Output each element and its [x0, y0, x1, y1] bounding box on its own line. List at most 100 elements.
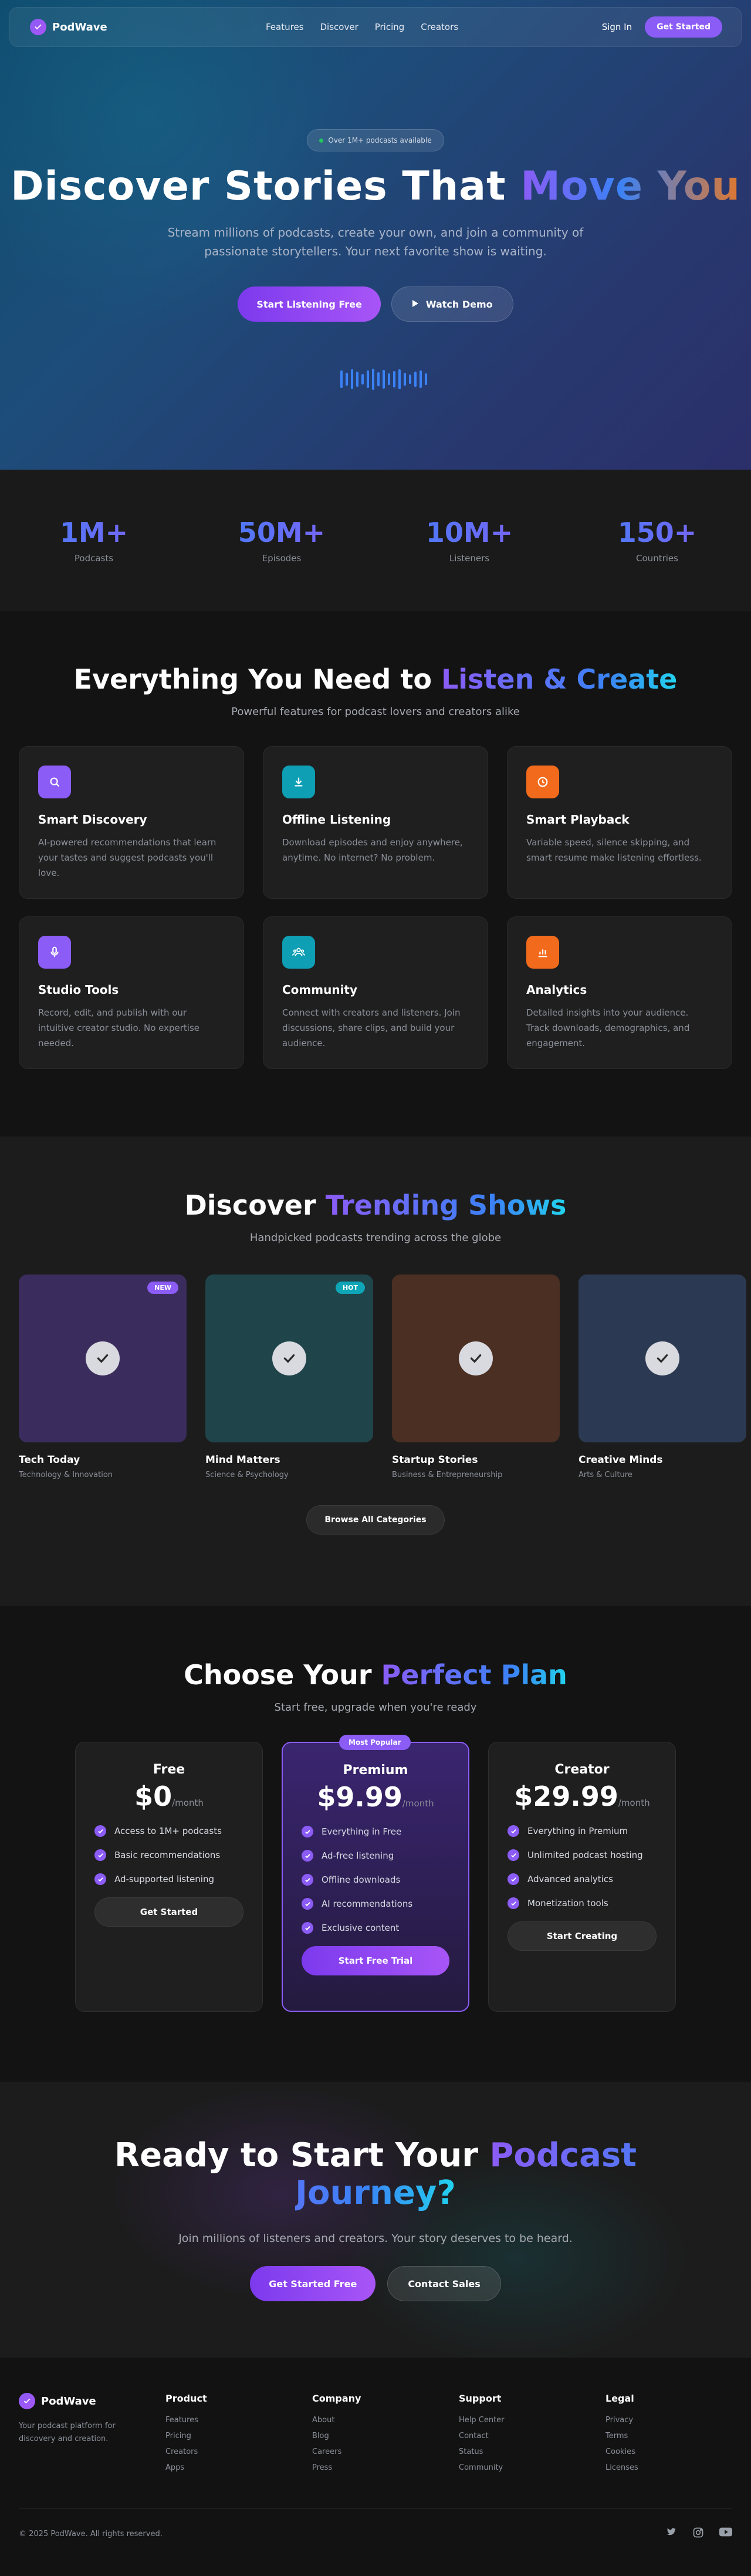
- feature-title: Offline Listening: [282, 812, 391, 827]
- contact-sales-button[interactable]: Contact Sales: [387, 2266, 501, 2301]
- feature-desc: AI-powered recommendations that learn yo…: [38, 837, 216, 878]
- stat-value: 10M+: [376, 517, 563, 548]
- footer-logo[interactable]: PodWave: [19, 2393, 165, 2409]
- trending-title-highlight: Trending Shows: [325, 1189, 567, 1221]
- plan-period: /month: [402, 1798, 434, 1809]
- footer-link[interactable]: Pricing: [165, 2432, 312, 2440]
- nav-link-features[interactable]: Features: [266, 22, 304, 32]
- watch-demo-button[interactable]: Watch Demo: [391, 286, 513, 322]
- plan-card-premium: Most Popular Premium $9.99/month Everyth…: [282, 1735, 469, 2012]
- browse-categories-button[interactable]: Browse All Categories: [306, 1505, 445, 1535]
- nav-link-discover[interactable]: Discover: [320, 22, 358, 32]
- plan-creator-button[interactable]: Start Creating: [508, 1921, 657, 1951]
- start-listening-button[interactable]: Start Listening Free: [238, 286, 381, 322]
- hero-title: Discover Stories That Move You: [0, 163, 751, 210]
- plan-name: Free: [153, 1762, 185, 1777]
- features-title-plain: Everything You Need to: [73, 663, 441, 695]
- footer-link[interactable]: Status: [459, 2447, 605, 2456]
- footer-link[interactable]: About: [312, 2416, 459, 2425]
- stat-countries: 150+ Countries: [563, 517, 751, 564]
- plan-free-button[interactable]: Get Started: [94, 1897, 243, 1927]
- hero-section: PodWave Features Discover Pricing Creato…: [0, 0, 751, 470]
- footer-link[interactable]: Features: [165, 2416, 312, 2425]
- top-navbar: PodWave Features Discover Pricing Creato…: [9, 7, 742, 47]
- most-popular-badge: Most Popular: [339, 1735, 411, 1750]
- plan-feature-text: Basic recommendations: [114, 1850, 221, 1860]
- show-card-tech-today[interactable]: NEW Tech Today Technology & Innovation: [19, 1274, 187, 1479]
- show-thumbnail[interactable]: [579, 1274, 746, 1442]
- twitter-icon[interactable]: [665, 2527, 677, 2541]
- hot-badge: HOT: [335, 1282, 365, 1294]
- features-subtitle: Powerful features for podcast lovers and…: [231, 706, 520, 718]
- show-thumbnail[interactable]: HOT: [205, 1274, 373, 1442]
- plan-feature: Everything in Free: [302, 1826, 449, 1837]
- cta-section: Ready to Start Your Podcast Journey? Joi…: [0, 2082, 751, 2358]
- live-dot-icon: [319, 138, 324, 143]
- social-links: [665, 2527, 732, 2541]
- show-card-creative-minds[interactable]: Creative Minds Arts & Culture: [579, 1274, 746, 1479]
- watch-demo-label: Watch Demo: [425, 298, 493, 310]
- brand-logo[interactable]: PodWave: [30, 19, 107, 35]
- show-thumbnail[interactable]: [392, 1274, 560, 1442]
- feature-desc: Connect with creators and listeners. Joi…: [282, 1007, 461, 1048]
- footer-link[interactable]: Press: [312, 2463, 459, 2472]
- plan-premium-button[interactable]: Start Free Trial: [302, 1946, 449, 1975]
- stat-value: 150+: [563, 517, 751, 548]
- plan-feature-text: Offline downloads: [322, 1874, 401, 1885]
- plan-feature-text: Access to 1M+ podcasts: [114, 1826, 222, 1836]
- plan-feature: Everything in Premium: [508, 1825, 657, 1837]
- get-started-button[interactable]: Get Started: [645, 16, 722, 38]
- footer-column-title: Legal: [605, 2393, 634, 2404]
- check-icon: [508, 1873, 519, 1885]
- show-name[interactable]: Mind Matters: [205, 1454, 373, 1466]
- footer-link[interactable]: Cookies: [605, 2447, 723, 2456]
- show-name[interactable]: Creative Minds: [579, 1454, 746, 1466]
- plan-name: Premium: [343, 1763, 408, 1778]
- plan-card-free: Free $0/month Access to 1M+ podcasts Bas…: [75, 1742, 263, 2012]
- trending-title: Discover Trending Shows: [0, 1189, 751, 1221]
- show-card-mind-matters[interactable]: HOT Mind Matters Science & Psychology: [205, 1274, 373, 1479]
- footer-link[interactable]: Licenses: [605, 2463, 723, 2472]
- show-name[interactable]: Tech Today: [19, 1454, 187, 1466]
- nav-link-pricing[interactable]: Pricing: [375, 22, 405, 32]
- features-title-highlight: Listen & Create: [441, 663, 678, 695]
- footer-link[interactable]: Privacy: [605, 2416, 723, 2425]
- show-card-startup-stories[interactable]: Startup Stories Business & Entrepreneurs…: [392, 1274, 560, 1479]
- stat-value: 1M+: [0, 517, 188, 548]
- plan-price: $0/month: [94, 1781, 243, 1812]
- sign-in-link[interactable]: Sign In: [602, 22, 632, 32]
- footer-link[interactable]: Creators: [165, 2447, 312, 2456]
- pricing-subtitle: Start free, upgrade when you're ready: [274, 1701, 477, 1714]
- instagram-icon[interactable]: [692, 2527, 704, 2541]
- show-thumbnail[interactable]: NEW: [19, 1274, 187, 1442]
- cta-title-plain: Ready to Start Your: [114, 2136, 490, 2174]
- footer-link[interactable]: Community: [459, 2463, 605, 2472]
- logo-check-icon: [30, 19, 46, 35]
- brand-name: PodWave: [52, 21, 107, 33]
- cta-get-started-button[interactable]: Get Started Free: [250, 2266, 376, 2301]
- footer-link[interactable]: Careers: [312, 2447, 459, 2456]
- stat-label: Countries: [636, 553, 678, 564]
- footer-link[interactable]: Help Center: [459, 2416, 605, 2425]
- show-category: Arts & Culture: [579, 1471, 632, 1479]
- cta-title: Ready to Start Your Podcast Journey?: [111, 2137, 640, 2212]
- stats-section: 1M+ Podcasts 50M+ Episodes 10M+ Listeners 1…: [0, 470, 751, 611]
- youtube-icon[interactable]: [719, 2527, 732, 2541]
- check-icon: [302, 1922, 313, 1934]
- footer-link[interactable]: Contact: [459, 2432, 605, 2440]
- plan-feature: Ad-free listening: [302, 1850, 449, 1862]
- pricing-section: Choose Your Perfect Plan Start free, upg…: [0, 1606, 751, 2082]
- plan-price: $29.99/month: [508, 1781, 657, 1812]
- feature-desc: Variable speed, silence skipping, and sm…: [526, 837, 702, 863]
- footer-link[interactable]: Apps: [165, 2463, 312, 2472]
- show-category: Business & Entrepreneurship: [392, 1471, 503, 1479]
- check-icon: [302, 1898, 313, 1910]
- plan-feature-text: Everything in Free: [322, 1826, 402, 1837]
- nav-link-creators[interactable]: Creators: [421, 22, 458, 32]
- feature-card-studio-tools: Studio Tools Record, edit, and publish w…: [19, 916, 244, 1069]
- footer-link[interactable]: Terms: [605, 2432, 723, 2440]
- feature-card-offline-listening: Offline Listening Download episodes and …: [263, 746, 488, 899]
- footer-link[interactable]: Blog: [312, 2432, 459, 2440]
- show-name[interactable]: Startup Stories: [392, 1454, 560, 1466]
- plan-feature-text: Unlimited podcast hosting: [527, 1850, 643, 1860]
